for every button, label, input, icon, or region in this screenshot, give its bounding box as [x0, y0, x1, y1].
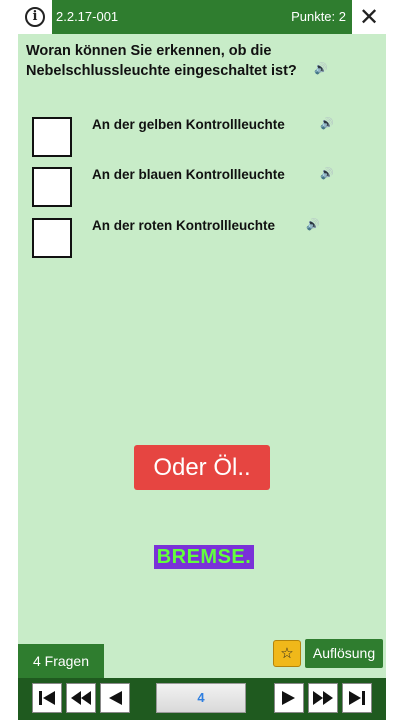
- info-button[interactable]: i: [18, 0, 52, 34]
- navigation-bar: 4: [18, 678, 386, 720]
- rewind-icon: [71, 691, 91, 705]
- answer-speaker-icon-3[interactable]: 🔊: [306, 218, 320, 231]
- favorite-button[interactable]: ☆: [273, 640, 301, 667]
- previous-question-button[interactable]: [100, 683, 130, 713]
- next-question-button[interactable]: [274, 683, 304, 713]
- close-button[interactable]: ✕: [352, 0, 386, 34]
- previous-icon: [109, 691, 122, 705]
- answer-label-2: An der blauen Kontrollleuchte: [92, 167, 285, 182]
- star-icon: ☆: [280, 645, 294, 662]
- info-icon: i: [25, 7, 45, 27]
- answer-option-3[interactable]: An der roten Kontrollleuchte 🔊: [32, 218, 377, 260]
- app-frame: i 2.2.17-001 Punkte: 2 ✕ Woran können Si…: [18, 0, 386, 720]
- fast-forward-icon: [313, 691, 333, 705]
- answer-option-1[interactable]: An der gelben Kontrollleuchte 🔊: [32, 117, 377, 159]
- first-question-button[interactable]: [32, 683, 62, 713]
- question-speaker-icon[interactable]: 🔊: [314, 62, 328, 75]
- points-label: Punkte: 2: [291, 9, 346, 24]
- last-question-button[interactable]: [342, 683, 372, 713]
- answer-checkbox-1[interactable]: [32, 117, 72, 157]
- skip-first-icon: [39, 691, 55, 705]
- rewind-button[interactable]: [66, 683, 96, 713]
- fast-forward-button[interactable]: [308, 683, 338, 713]
- top-bar: i 2.2.17-001 Punkte: 2 ✕: [18, 0, 386, 34]
- answer-checkbox-3[interactable]: [32, 218, 72, 258]
- next-icon: [282, 691, 295, 705]
- skip-last-icon: [349, 691, 365, 705]
- overlay-toast: Oder Öl..: [134, 445, 270, 490]
- question-count-tab[interactable]: 4 Fragen: [18, 644, 104, 678]
- answer-speaker-icon-1[interactable]: 🔊: [320, 117, 334, 130]
- question-text: Woran können Sie erkennen, ob die Nebels…: [26, 43, 297, 79]
- overlay-sticker: BREMSE.: [154, 545, 254, 569]
- answer-label-3: An der roten Kontrollleuchte: [92, 218, 276, 233]
- answer-speaker-icon-2[interactable]: 🔊: [320, 167, 334, 180]
- solution-button[interactable]: Auflösung: [305, 639, 383, 668]
- close-icon: ✕: [358, 3, 380, 31]
- page-indicator[interactable]: 4: [156, 683, 246, 713]
- answer-checkbox-2[interactable]: [32, 167, 72, 207]
- question-id: 2.2.17-001: [56, 9, 119, 24]
- answer-option-2[interactable]: An der blauen Kontrollleuchte 🔊: [32, 167, 377, 209]
- answer-label-1: An der gelben Kontrollleuchte: [92, 117, 285, 132]
